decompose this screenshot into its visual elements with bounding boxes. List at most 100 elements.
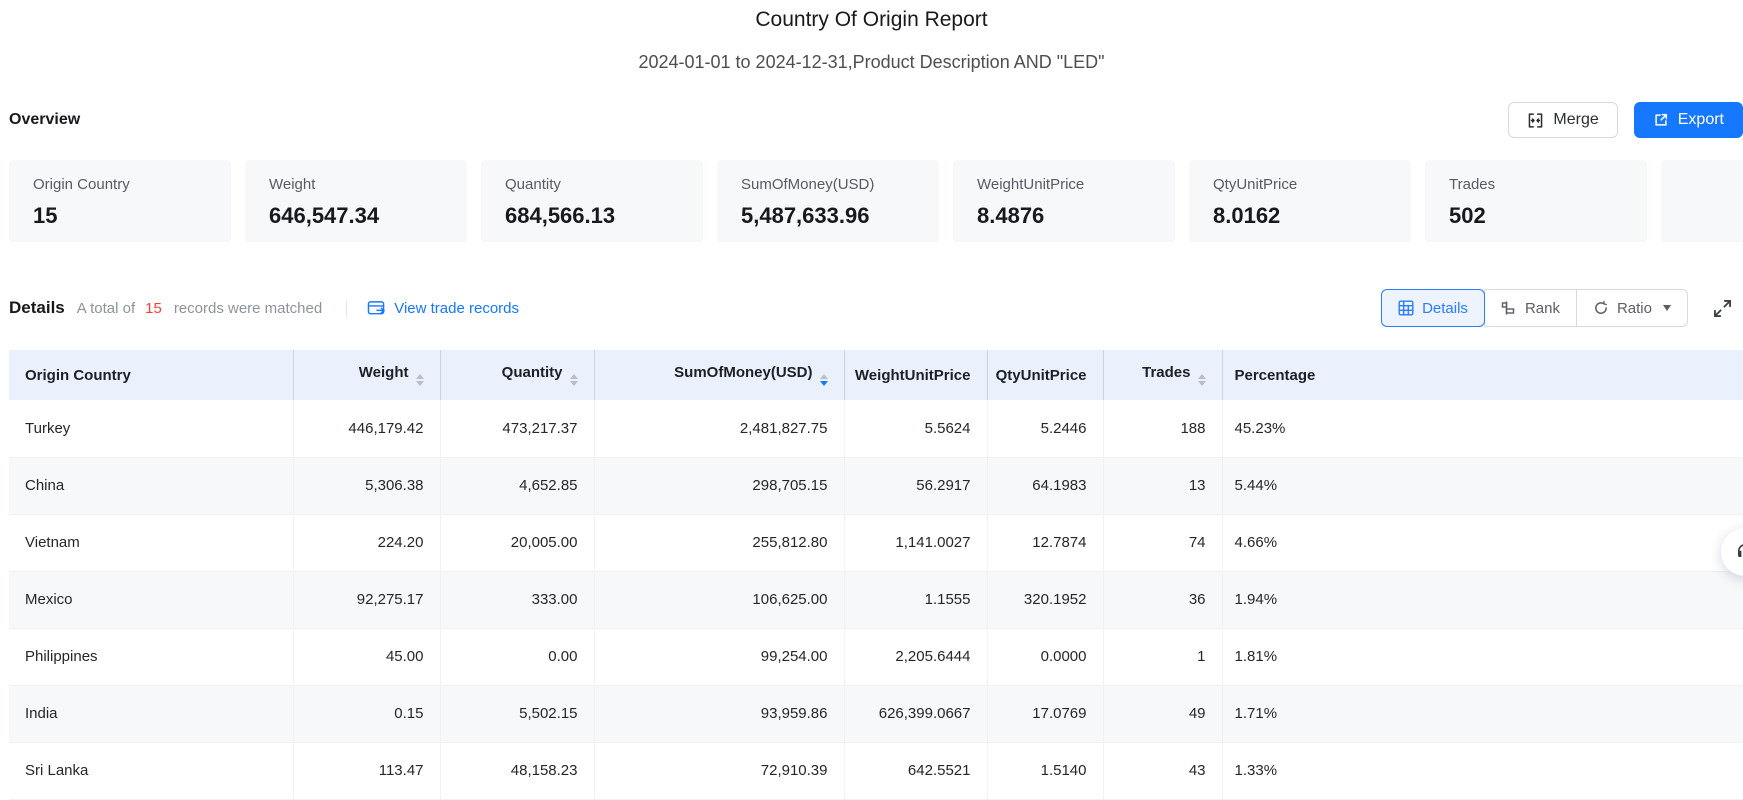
headset-icon (1733, 540, 1743, 564)
card-value: 646,547.34 (269, 203, 443, 229)
cell-weight: 113.47 (293, 742, 440, 799)
cell-qty-unit-price: 64.1983 (987, 457, 1103, 514)
card-origin-country: Origin Country 15 (9, 160, 231, 242)
cell-weight: 0.15 (293, 685, 440, 742)
cell-percentage: 1.94% (1222, 571, 1743, 628)
col-header-weight-unit-price: WeightUnitPrice (844, 350, 987, 400)
origin-country-table: Origin Country Weight Quantity SumOfMone… (9, 350, 1743, 800)
cell-trades: 74 (1103, 514, 1222, 571)
cell-percentage: 1.33% (1222, 742, 1743, 799)
table-row: Sri Lanka 113.47 48,158.23 72,910.39 642… (9, 742, 1743, 799)
cell-sum-of-money: 255,812.80 (594, 514, 844, 571)
cell-weight-unit-price: 1.1555 (844, 571, 987, 628)
col-header-qty-unit-price: QtyUnitPrice (987, 350, 1103, 400)
card-quantity: Quantity 684,566.13 (481, 160, 703, 242)
cell-sum-of-money: 99,254.00 (594, 628, 844, 685)
view-switcher: Details Rank (1381, 289, 1688, 327)
cell-trades: 43 (1103, 742, 1222, 799)
card-value: 8.4876 (977, 203, 1151, 229)
cell-weight: 224.20 (293, 514, 440, 571)
cell-origin-country: Sri Lanka (9, 742, 293, 799)
overview-bar: Overview Merge Export (9, 100, 1743, 140)
matched-count: 15 (145, 300, 162, 317)
cell-origin-country: Philippines (9, 628, 293, 685)
cell-quantity: 473,217.37 (440, 400, 594, 457)
cell-qty-unit-price: 17.0769 (987, 685, 1103, 742)
table-grid-icon (1398, 300, 1414, 316)
cell-weight-unit-price: 1,141.0027 (844, 514, 987, 571)
card-weight-unit-price: WeightUnitPrice 8.4876 (953, 160, 1175, 242)
col-header-percentage: Percentage (1222, 350, 1743, 400)
tab-details[interactable]: Details (1381, 289, 1485, 327)
sort-icon[interactable] (416, 374, 424, 386)
table-header-row: Origin Country Weight Quantity SumOfMone… (9, 350, 1743, 400)
cell-weight-unit-price: 642.5521 (844, 742, 987, 799)
export-button[interactable]: Export (1634, 102, 1743, 138)
tab-rank[interactable]: Rank (1484, 289, 1577, 327)
cell-trades: 13 (1103, 457, 1222, 514)
merge-button-label: Merge (1553, 111, 1598, 129)
cell-qty-unit-price: 0.0000 (987, 628, 1103, 685)
tab-label: Ratio (1617, 300, 1652, 317)
circular-arrow-icon (1593, 300, 1609, 316)
table-row: Turkey 446,179.42 473,217.37 2,481,827.7… (9, 400, 1743, 457)
table-row: India 0.15 5,502.15 93,959.86 626,399.06… (9, 685, 1743, 742)
cell-origin-country: Vietnam (9, 514, 293, 571)
cell-quantity: 48,158.23 (440, 742, 594, 799)
card-label: WeightUnitPrice (977, 175, 1151, 195)
matched-suffix: records were matched (174, 300, 322, 317)
cell-quantity: 333.00 (440, 571, 594, 628)
report-subtitle: 2024-01-01 to 2024-12-31,Product Descrip… (0, 50, 1743, 74)
cell-trades: 36 (1103, 571, 1222, 628)
sort-icon[interactable] (570, 374, 578, 386)
cell-weight-unit-price: 56.2917 (844, 457, 987, 514)
col-header-trades[interactable]: Trades (1103, 350, 1222, 400)
bar-chart-icon (1501, 300, 1517, 316)
cell-trades: 1 (1103, 628, 1222, 685)
tab-ratio[interactable]: Ratio (1576, 289, 1688, 327)
merge-button[interactable]: Merge (1508, 102, 1617, 138)
cell-percentage: 1.71% (1222, 685, 1743, 742)
export-button-label: Export (1678, 111, 1724, 129)
cell-weight: 92,275.17 (293, 571, 440, 628)
card-label: QtyUnitPrice (1213, 175, 1387, 195)
col-header-weight[interactable]: Weight (293, 350, 440, 400)
cell-sum-of-money: 298,705.15 (594, 457, 844, 514)
cell-origin-country: India (9, 685, 293, 742)
cell-weight-unit-price: 5.5624 (844, 400, 987, 457)
card-label: Origin Country (33, 175, 207, 195)
card-label: Trades (1449, 175, 1623, 195)
card-value: 684,566.13 (505, 203, 679, 229)
details-bar: Details A total of 15 records were match… (9, 288, 1733, 328)
view-trade-records-link[interactable]: View trade records (367, 300, 519, 317)
card-weight: Weight 646,547.34 (245, 160, 467, 242)
cell-percentage: 45.23% (1222, 400, 1743, 457)
card-sum-of-money: SumOfMoney(USD) 5,487,633.96 (717, 160, 939, 242)
cell-weight: 5,306.38 (293, 457, 440, 514)
col-header-quantity[interactable]: Quantity (440, 350, 594, 400)
report-header: Country Of Origin Report 2024-01-01 to 2… (0, 0, 1743, 74)
card-value: 502 (1449, 203, 1623, 229)
cell-qty-unit-price: 5.2446 (987, 400, 1103, 457)
col-header-sum-of-money[interactable]: SumOfMoney(USD) (594, 350, 844, 400)
merge-icon (1527, 112, 1544, 129)
cell-weight-unit-price: 2,205.6444 (844, 628, 987, 685)
cell-quantity: 5,502.15 (440, 685, 594, 742)
card-label: Quantity (505, 175, 679, 195)
card-value: 8.0162 (1213, 203, 1387, 229)
card-label: SumOfMoney(USD) (741, 175, 915, 195)
cell-origin-country: Mexico (9, 571, 293, 628)
cell-qty-unit-price: 12.7874 (987, 514, 1103, 571)
chevron-down-icon (1663, 305, 1671, 311)
vertical-divider (346, 300, 347, 317)
details-heading: Details (9, 298, 65, 318)
cell-percentage: 4.66% (1222, 514, 1743, 571)
cell-weight: 446,179.42 (293, 400, 440, 457)
details-right: Details Rank (1381, 289, 1733, 327)
cell-sum-of-money: 106,625.00 (594, 571, 844, 628)
sort-icon[interactable] (1198, 374, 1206, 386)
fullscreen-icon[interactable] (1712, 298, 1733, 319)
sort-icon-active-desc[interactable] (820, 374, 828, 386)
cell-qty-unit-price: 320.1952 (987, 571, 1103, 628)
cell-sum-of-money: 93,959.86 (594, 685, 844, 742)
